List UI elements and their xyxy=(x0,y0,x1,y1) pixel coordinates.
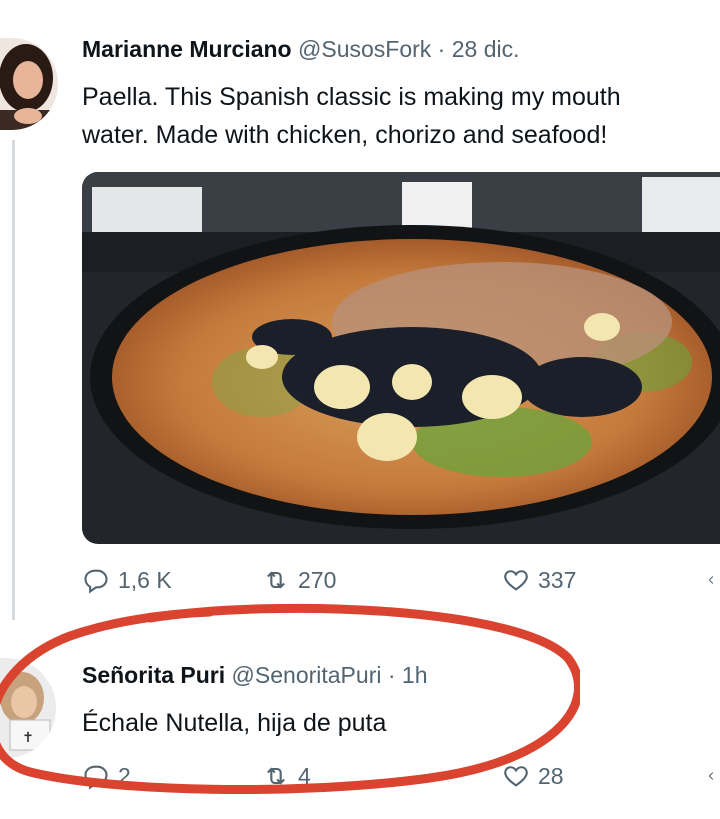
reply-author-handle[interactable]: @SenoritaPuri xyxy=(232,662,382,688)
reply-like-count: 28 xyxy=(538,762,564,789)
reply-like-action[interactable]: 28 xyxy=(502,762,564,790)
share-action[interactable] xyxy=(707,566,720,594)
retweet-count: 270 xyxy=(298,566,337,593)
reply-icon xyxy=(84,569,108,594)
avatar-portrait-image xyxy=(0,38,58,130)
author-handle[interactable]: @SusosFork xyxy=(298,36,431,62)
like-action[interactable]: 337 xyxy=(502,566,576,594)
paella-photo xyxy=(82,172,720,544)
reply-retweet-count: 4 xyxy=(298,762,311,789)
reply-author-name[interactable]: Señorita Puri xyxy=(82,662,225,688)
tweet-text-line: water. Made with chicken, chorizo and se… xyxy=(82,121,608,149)
tweet-media-photo[interactable] xyxy=(82,172,720,544)
retweet-icon xyxy=(267,767,285,785)
reply-avatar-image: ✝ xyxy=(0,658,56,758)
reply-reply-count: 2 xyxy=(118,762,131,789)
reply-count: 1,6 K xyxy=(118,566,172,593)
reply-reply-action[interactable]: 2 xyxy=(82,762,131,790)
reply-text: Échale Nutella, hija de puta xyxy=(82,709,387,737)
reply-action[interactable]: 1,6 K xyxy=(82,566,172,594)
author-avatar[interactable] xyxy=(0,38,58,130)
svg-text:✝: ✝ xyxy=(22,729,34,745)
tweet-text-line: Paella. This Spanish classic is making m… xyxy=(82,83,621,111)
share-icon xyxy=(708,772,714,780)
author-name[interactable]: Marianne Murciano xyxy=(82,36,292,62)
reply-actions: 2 4 28 xyxy=(82,758,720,798)
tweet-header: Marianne Murciano @SusosFork · 28 dic. xyxy=(82,36,520,63)
reply-author-avatar[interactable]: ✝ xyxy=(0,658,56,758)
tweet-date[interactable]: 28 dic. xyxy=(452,36,520,62)
tweet-text: Paella. This Spanish classic is making m… xyxy=(82,78,712,154)
heart-icon xyxy=(504,766,528,787)
thread-connector-line xyxy=(12,140,15,620)
tweet-actions: 1,6 K 270 337 xyxy=(82,562,720,602)
reply-header-separator: · xyxy=(387,662,396,688)
reply-header: Señorita Puri @SenoritaPuri · 1h xyxy=(82,662,428,689)
retweet-action[interactable]: 270 xyxy=(262,566,336,594)
reply-share-action[interactable] xyxy=(707,762,720,790)
reply-time[interactable]: 1h xyxy=(402,662,428,688)
share-icon xyxy=(708,576,714,584)
like-count: 337 xyxy=(538,566,577,593)
retweet-icon xyxy=(267,571,285,589)
heart-icon xyxy=(504,570,528,591)
reply-icon xyxy=(84,765,108,790)
reply-retweet-action[interactable]: 4 xyxy=(262,762,311,790)
header-separator: · xyxy=(437,36,446,62)
